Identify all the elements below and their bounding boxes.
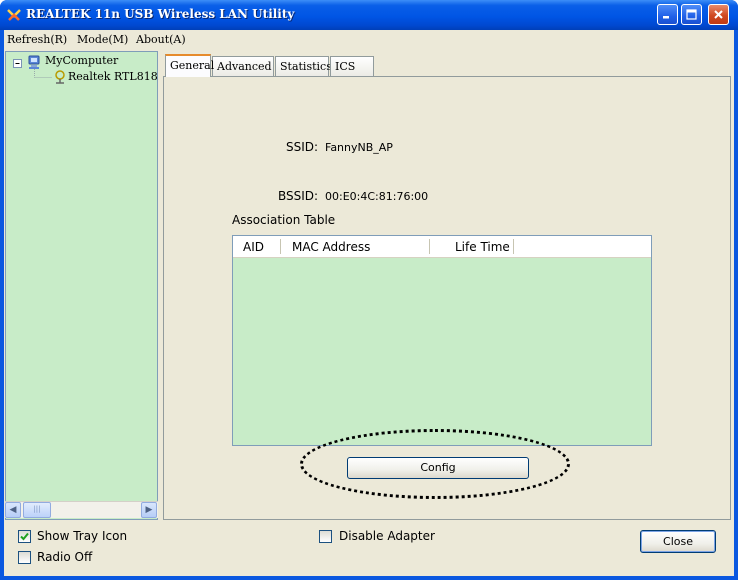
ssid-value: FannyNB_AP: [325, 141, 393, 154]
collapse-icon[interactable]: [13, 59, 23, 69]
chevron-right-icon: ▶: [145, 505, 153, 515]
menu-about[interactable]: About(A): [136, 33, 186, 46]
tab-advanced[interactable]: Advanced: [212, 56, 274, 76]
tree-horizontal-scrollbar[interactable]: ◀ ||| ▶: [5, 501, 158, 518]
close-icon: [714, 10, 723, 19]
column-header-aid[interactable]: AID: [243, 240, 264, 254]
close-button[interactable]: Close: [640, 530, 716, 553]
chevron-left-icon: ◀: [9, 505, 17, 515]
tab-statistics[interactable]: Statistics: [275, 56, 332, 76]
show-tray-icon-label: Show Tray Icon: [37, 529, 128, 543]
association-table[interactable]: AID MAC Address Life Time: [232, 235, 652, 446]
client-area: Refresh(R) Mode(M) About(A) MyComputer R…: [4, 30, 734, 576]
show-tray-icon-checkbox[interactable]: [18, 530, 31, 543]
bssid-label: BSSID:: [278, 189, 319, 203]
maximize-icon: [686, 9, 697, 20]
tab-general[interactable]: General: [165, 54, 214, 77]
menu-bar: Refresh(R) Mode(M) About(A): [4, 30, 734, 50]
radio-off-checkbox[interactable]: [18, 551, 31, 564]
app-window: REALTEK 11n USB Wireless LAN Utility Ref…: [0, 0, 738, 580]
column-divider[interactable]: [513, 239, 514, 254]
general-tab-panel: SSID: FannyNB_AP BSSID: 00:E0:4C:81:76:0…: [163, 76, 731, 520]
scroll-right-button[interactable]: ▶: [141, 502, 157, 518]
config-button[interactable]: Config: [347, 457, 529, 479]
tree-item-adapter[interactable]: Realtek RTL818: [68, 70, 158, 83]
disable-adapter-label: Disable Adapter: [339, 529, 435, 543]
ssid-label: SSID:: [286, 140, 319, 154]
minimize-icon: [663, 16, 669, 19]
maximize-button[interactable]: [681, 4, 702, 25]
menu-mode[interactable]: Mode(M): [77, 33, 128, 46]
checkmark-icon: [20, 532, 29, 541]
device-tree[interactable]: MyComputer Realtek RTL818: [5, 51, 158, 520]
menu-refresh[interactable]: Refresh(R): [7, 33, 67, 46]
association-table-title: Association Table: [232, 213, 336, 227]
disable-adapter-checkbox[interactable]: [319, 530, 332, 543]
title-bar[interactable]: REALTEK 11n USB Wireless LAN Utility: [0, 0, 738, 30]
window-title: REALTEK 11n USB Wireless LAN Utility: [26, 7, 295, 21]
close-window-button[interactable]: [708, 4, 729, 25]
column-header-mac-address[interactable]: MAC Address: [292, 240, 370, 254]
tab-ics[interactable]: ICS: [330, 56, 374, 76]
scroll-thumb[interactable]: |||: [23, 502, 51, 518]
association-table-header: AID MAC Address Life Time: [233, 236, 651, 258]
column-divider[interactable]: [280, 239, 281, 254]
tree-connector: [34, 69, 52, 78]
network-adapter-icon: [55, 70, 65, 84]
bssid-value: 00:E0:4C:81:76:00: [325, 190, 429, 203]
minimize-button[interactable]: [657, 4, 678, 25]
column-divider[interactable]: [429, 239, 430, 254]
wireless-app-icon: [7, 9, 21, 21]
scroll-left-button[interactable]: ◀: [5, 502, 21, 518]
tree-item-mycomputer[interactable]: MyComputer: [45, 54, 118, 67]
radio-off-label: Radio Off: [37, 550, 93, 564]
column-header-life-time[interactable]: Life Time: [455, 240, 510, 254]
